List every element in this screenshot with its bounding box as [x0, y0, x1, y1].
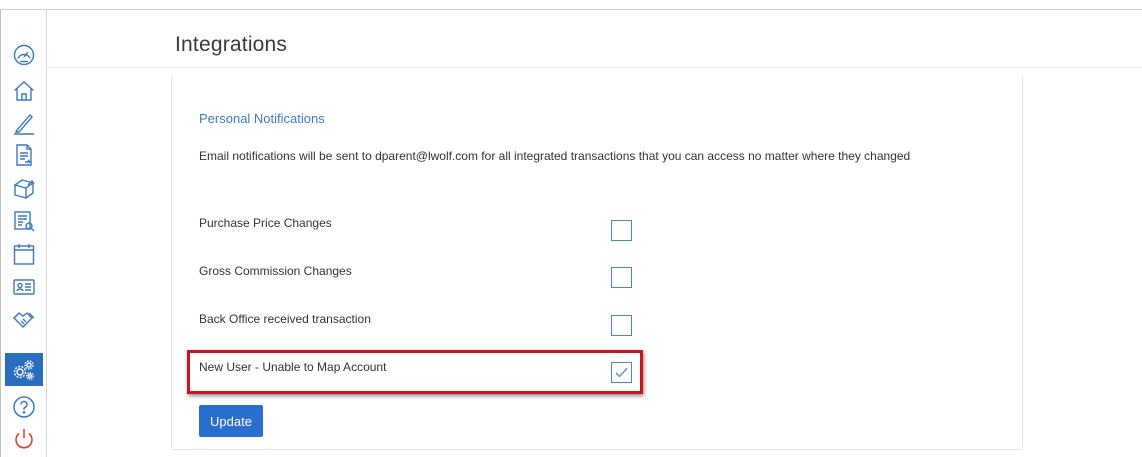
contact-card-icon [13, 279, 35, 295]
row-label-new-user: New User - Unable to Map Account [199, 360, 387, 374]
page-title: Integrations [175, 33, 288, 56]
nav-item-help[interactable] [6, 392, 42, 422]
checkmark-icon [615, 367, 628, 378]
checkbox-gross-commission[interactable] [611, 267, 632, 288]
home-icon [14, 81, 34, 101]
report-search-icon [14, 211, 35, 232]
nav-item-documents[interactable] [6, 140, 42, 170]
help-icon [13, 396, 35, 418]
checkbox-purchase-price[interactable] [611, 220, 632, 241]
nav-item-transactions[interactable] [6, 305, 42, 335]
nav-item-reports[interactable] [6, 206, 42, 236]
dashboard-gauge-icon [13, 44, 35, 66]
checkbox-new-user[interactable] [611, 362, 632, 383]
power-icon [15, 429, 33, 449]
nav-item-contacts[interactable] [6, 272, 42, 302]
nav-item-logout[interactable] [6, 424, 42, 454]
sidebar-nav [0, 10, 47, 457]
row-label-purchase-price: Purchase Price Changes [199, 216, 332, 230]
pencil-icon [14, 113, 34, 135]
notification-description: Email notifications will be sent to dpar… [199, 149, 911, 163]
box-icon [13, 179, 35, 199]
section-title: Personal Notifications [199, 111, 325, 126]
nav-item-edit[interactable] [6, 108, 42, 138]
nav-item-listings[interactable] [6, 173, 42, 203]
header-divider [47, 67, 1142, 68]
calendar-icon [13, 244, 35, 265]
gears-icon [13, 359, 34, 380]
nav-item-dashboard[interactable] [6, 40, 42, 70]
handshake-icon [13, 312, 35, 328]
nav-item-settings[interactable] [5, 353, 43, 386]
row-label-back-office: Back Office received transaction [199, 312, 371, 326]
window-top-edge [0, 0, 1142, 10]
nav-item-home[interactable] [6, 76, 42, 106]
checkbox-back-office[interactable] [611, 315, 632, 336]
update-button[interactable]: Update [199, 405, 263, 437]
nav-item-calendar[interactable] [6, 239, 42, 269]
row-label-gross-commission: Gross Commission Changes [199, 264, 352, 278]
document-icon [16, 144, 32, 166]
